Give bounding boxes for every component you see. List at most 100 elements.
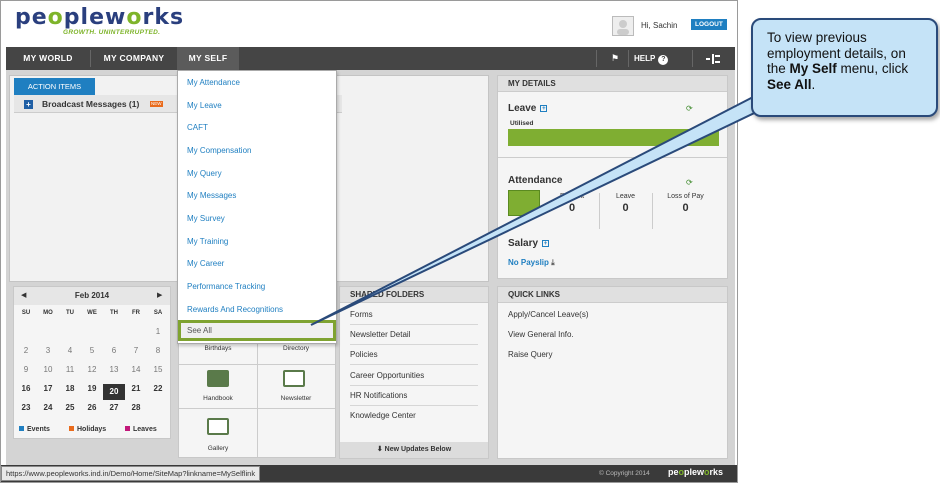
menu-item-my-survey[interactable]: My Survey xyxy=(187,214,225,223)
calendar-day[interactable]: 12 xyxy=(81,365,103,374)
calendar-day[interactable]: 11 xyxy=(59,365,81,374)
handbook-icon[interactable] xyxy=(207,370,229,387)
folder-newsletter-detail[interactable]: Newsletter Detail xyxy=(350,330,410,339)
quick-links-panel: QUICK LINKS Apply/Cancel Leave(s) View G… xyxy=(497,286,728,459)
calendar-header: ◀ Feb 2014 ▶ xyxy=(14,287,170,305)
shared-folders-panel: SHARED FOLDERS Forms Newsletter Detail P… xyxy=(339,286,489,459)
newsletter-link[interactable]: Newsletter xyxy=(257,395,335,402)
calendar-day[interactable]: 23 xyxy=(15,403,37,412)
calendar-day[interactable]: 18 xyxy=(59,384,81,393)
refresh-icon[interactable]: ⟳ xyxy=(686,104,693,113)
folder-policies[interactable]: Policies xyxy=(350,350,378,359)
calendar-day[interactable]: 17 xyxy=(37,384,59,393)
calendar-day[interactable]: 7 xyxy=(125,346,147,355)
gallery-icon[interactable] xyxy=(207,418,229,435)
header: peopleworks GROWTH. UNINTERRUPTED. Hi, S… xyxy=(1,1,737,46)
divider xyxy=(498,157,727,158)
calendar-day[interactable]: 15 xyxy=(147,365,169,374)
quick-link-raise-query[interactable]: Raise Query xyxy=(508,350,552,359)
calendar-day[interactable]: 22 xyxy=(147,384,169,393)
attendance-leave: Leave 0 xyxy=(599,193,651,229)
handbook-link[interactable]: Handbook xyxy=(179,395,257,402)
menu-item-my-attendance[interactable]: My Attendance xyxy=(187,78,240,87)
no-payslip-label: No Payslip ⤓ xyxy=(508,258,555,267)
menu-item-caft[interactable]: CAFT xyxy=(187,123,208,132)
calendar-day[interactable]: 3 xyxy=(37,346,59,355)
newsletter-icon[interactable] xyxy=(283,370,305,387)
help-menu[interactable]: HELP? xyxy=(634,47,669,70)
birthdays-link[interactable]: Birthdays xyxy=(179,345,257,352)
attendance-present: Present 0 xyxy=(559,193,585,214)
calendar-day[interactable]: 26 xyxy=(81,403,103,412)
my-self-dropdown-menu: My Attendance My Leave CAFT My Compensat… xyxy=(177,70,337,344)
calendar-day[interactable]: 10 xyxy=(37,365,59,374)
folder-knowledge-center[interactable]: Knowledge Center xyxy=(350,411,416,420)
calendar-day[interactable]: 4 xyxy=(59,346,81,355)
weekday-header: TU xyxy=(66,310,74,316)
calendar-day[interactable]: 27 xyxy=(103,403,125,412)
weekday-header: WE xyxy=(87,310,97,316)
menu-item-my-query[interactable]: My Query xyxy=(187,169,222,178)
folder-forms[interactable]: Forms xyxy=(350,310,373,319)
menu-item-my-leave[interactable]: My Leave xyxy=(187,101,222,110)
calendar-day[interactable]: 2 xyxy=(15,346,37,355)
calendar-day[interactable]: 5 xyxy=(81,346,103,355)
divider xyxy=(350,385,478,386)
menu-item-my-career[interactable]: My Career xyxy=(187,259,224,268)
menu-item-my-compensation[interactable]: My Compensation xyxy=(187,146,251,155)
calendar-day[interactable]: 14 xyxy=(125,365,147,374)
divider xyxy=(350,324,478,325)
gallery-link[interactable]: Gallery xyxy=(179,445,257,452)
tab-action-items[interactable]: ACTION ITEMS xyxy=(14,78,95,95)
folder-career-opportunities[interactable]: Career Opportunities xyxy=(350,371,424,380)
peopleworks-logo[interactable]: peopleworks GROWTH. UNINTERRUPTED. xyxy=(15,7,184,37)
avatar[interactable] xyxy=(612,16,634,36)
sitemap-icon[interactable] xyxy=(701,47,725,70)
menu-item-see-all[interactable]: See All xyxy=(178,320,336,341)
divider xyxy=(350,405,478,406)
calendar-day[interactable]: 6 xyxy=(103,346,125,355)
quick-link-general-info[interactable]: View General Info. xyxy=(508,330,574,339)
nav-my-self[interactable]: MY SELF xyxy=(177,47,239,70)
menu-item-my-messages[interactable]: My Messages xyxy=(187,191,236,200)
quick-link-apply-leave[interactable]: Apply/Cancel Leave(s) xyxy=(508,310,588,319)
folder-hr-notifications[interactable]: HR Notifications xyxy=(350,391,407,400)
attendance-loss-of-pay: Loss of Pay 0 xyxy=(652,193,718,229)
menu-item-my-training[interactable]: My Training xyxy=(187,237,228,246)
calendar-day[interactable]: 19 xyxy=(81,384,103,393)
divider xyxy=(350,344,478,345)
attendance-period-tab[interactable] xyxy=(508,190,540,216)
refresh-icon[interactable]: ⟳ xyxy=(686,178,693,187)
calendar-day[interactable]: 16 xyxy=(15,384,37,393)
nav-divider xyxy=(596,50,597,67)
calendar-day[interactable]: 28 xyxy=(125,403,147,412)
menu-item-performance-tracking[interactable]: Performance Tracking xyxy=(187,282,265,291)
legend-holidays: Holidays xyxy=(69,426,106,433)
calendar-day[interactable]: 13 xyxy=(103,365,125,374)
app-window: peopleworks GROWTH. UNINTERRUPTED. Hi, S… xyxy=(0,0,738,483)
status-bar: https://www.peopleworks.ind.in/Demo/Home… xyxy=(1,465,737,482)
leave-utilisation-bar xyxy=(508,129,719,146)
logout-button[interactable]: LOGOUT xyxy=(691,19,727,30)
nav-my-world[interactable]: MY WORLD xyxy=(6,47,90,70)
new-updates-footer[interactable]: ⬇ New Updates Below xyxy=(340,442,488,458)
calendar-day[interactable]: 24 xyxy=(37,403,59,412)
flag-icon[interactable]: ⚑ xyxy=(604,47,626,70)
weekday-header: TH xyxy=(110,310,118,316)
help-icon: ? xyxy=(658,55,669,65)
next-month-icon[interactable]: ▶ xyxy=(157,291,162,299)
calendar-day[interactable]: 20 xyxy=(103,384,125,400)
calendar-day[interactable]: 9 xyxy=(15,365,37,374)
calendar-day[interactable]: 8 xyxy=(147,346,169,355)
calendar-day[interactable]: 25 xyxy=(59,403,81,412)
calendar-day[interactable]: 21 xyxy=(125,384,147,393)
calendar-day[interactable]: 1 xyxy=(147,327,169,336)
directory-link[interactable]: Directory xyxy=(257,345,335,352)
expand-plus-icon[interactable]: + xyxy=(24,100,33,109)
legend-events: Events xyxy=(19,426,50,433)
nav-my-company[interactable]: MY COMPANY xyxy=(91,47,177,70)
expand-salary-icon[interactable]: + xyxy=(542,239,550,247)
menu-item-rewards[interactable]: Rewards And Recognitions xyxy=(187,305,283,314)
expand-leave-icon[interactable]: + xyxy=(540,104,548,112)
download-icon[interactable]: ⤓ xyxy=(551,258,555,267)
